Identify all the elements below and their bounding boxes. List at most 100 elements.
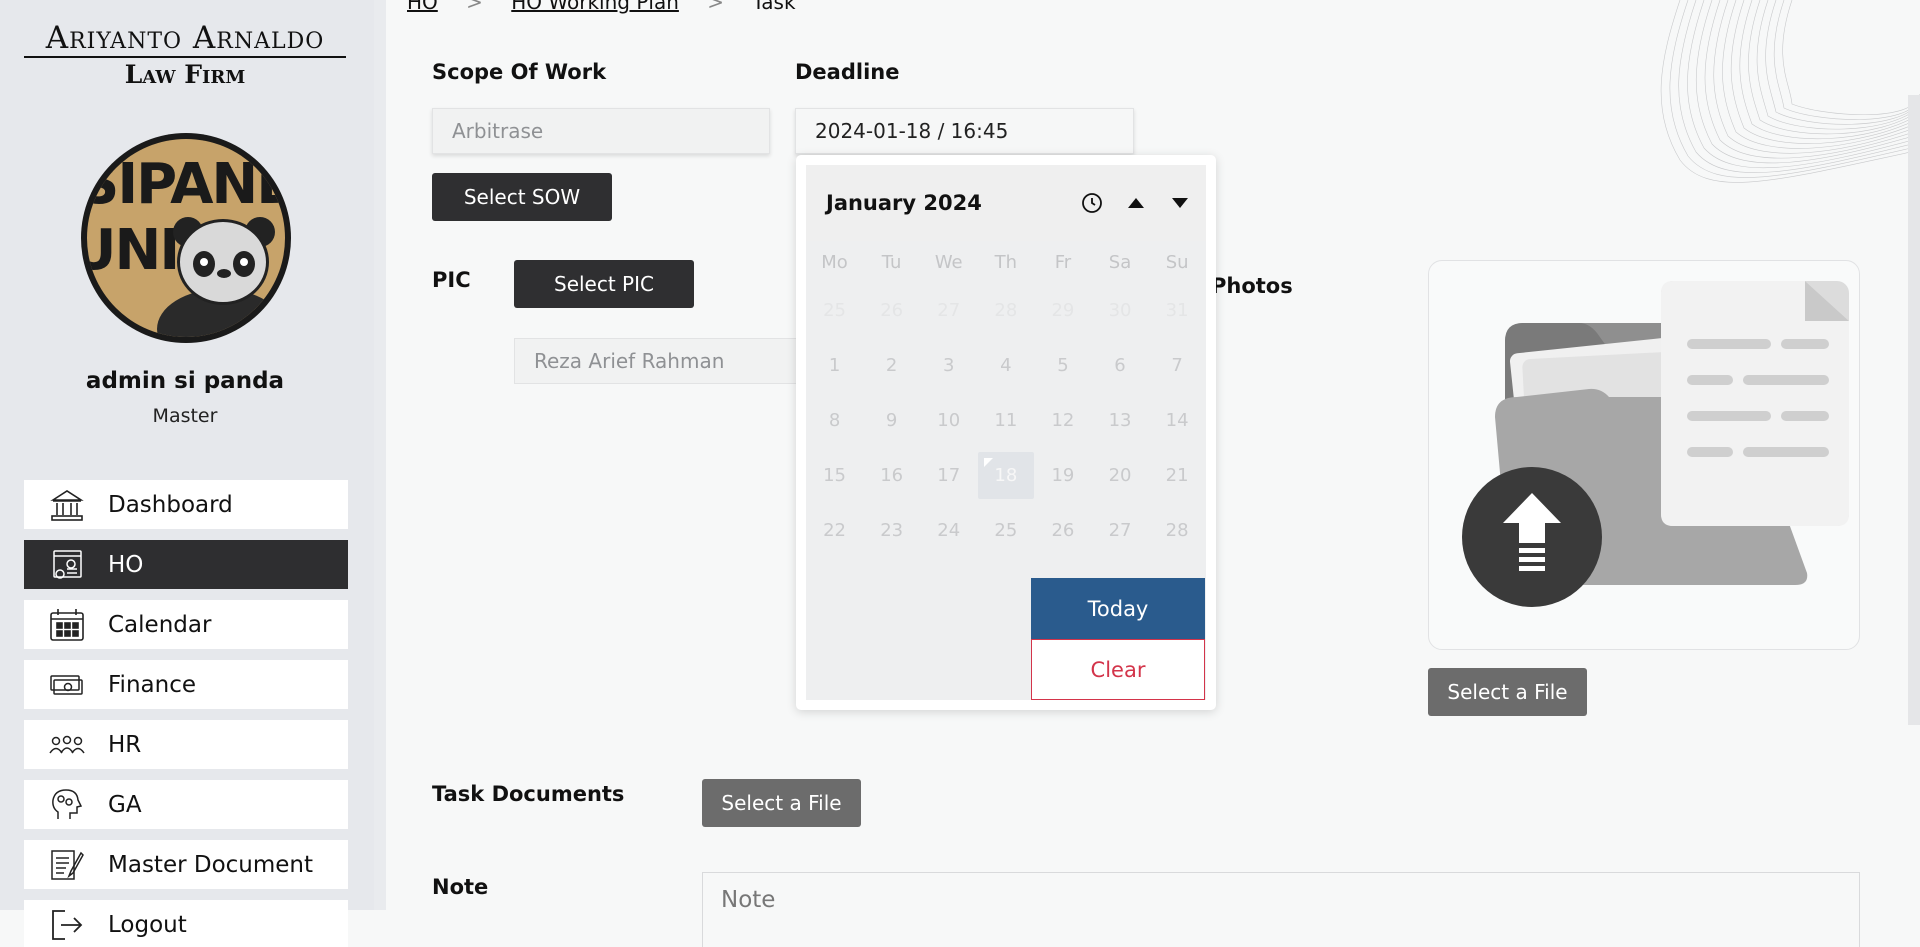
day-cell[interactable]: 10 bbox=[920, 410, 977, 431]
select-pic-button[interactable]: Select PIC bbox=[514, 260, 694, 308]
day-cell[interactable]: 31 bbox=[1149, 300, 1206, 321]
day-cell[interactable]: 15 bbox=[806, 465, 863, 486]
day-cell[interactable]: 9 bbox=[863, 410, 920, 431]
sidebar-item-hr[interactable]: HR bbox=[24, 720, 348, 769]
sidebar-nav: Dashboard HO Calendar Finance HR GA Mast… bbox=[24, 480, 348, 947]
weekday: Fr bbox=[1054, 251, 1072, 273]
day-cell[interactable]: 13 bbox=[1091, 410, 1148, 431]
money-icon bbox=[46, 667, 88, 703]
day-cell[interactable]: 23 bbox=[863, 520, 920, 541]
day-cell[interactable]: 6 bbox=[1091, 355, 1148, 376]
day-cell[interactable]: 26 bbox=[863, 300, 920, 321]
user-name: admin si panda bbox=[85, 368, 285, 394]
sidebar-item-label: Dashboard bbox=[108, 491, 233, 518]
sidebar-item-calendar[interactable]: Calendar bbox=[24, 600, 348, 649]
selected-day-cell[interactable]: 18 bbox=[977, 452, 1034, 499]
day-cell[interactable]: 4 bbox=[977, 355, 1034, 376]
sidebar-item-label: Logout bbox=[108, 911, 187, 938]
day-cell[interactable]: 21 bbox=[1149, 465, 1206, 486]
week-row: 8 9 10 11 12 13 14 bbox=[806, 393, 1206, 448]
day-cell[interactable]: 2 bbox=[863, 355, 920, 376]
photo-upload-area[interactable] bbox=[1428, 260, 1860, 650]
day-cell[interactable]: 14 bbox=[1149, 410, 1206, 431]
logo-line-2: Law Firm bbox=[124, 60, 246, 89]
clear-button[interactable]: Clear bbox=[1031, 639, 1205, 700]
weekday: Tu bbox=[881, 251, 902, 273]
calendar-grid: Mo Tu We Th Fr Sa Su 25 26 27 28 29 30 3… bbox=[806, 241, 1206, 541]
day-cell[interactable]: 12 bbox=[1034, 410, 1091, 431]
weekday: Su bbox=[1165, 251, 1189, 273]
deadline-input[interactable]: 2024-01-18 / 16:45 bbox=[795, 108, 1134, 154]
day-cell[interactable]: 20 bbox=[1091, 465, 1148, 486]
day-cell[interactable]: 17 bbox=[920, 465, 977, 486]
breadcrumb-working-plan[interactable]: HO Working Plan bbox=[511, 0, 679, 14]
breadcrumb: HO > HO Working Plan > Task bbox=[407, 0, 818, 14]
sidebar-item-ho[interactable]: HO bbox=[24, 540, 348, 589]
select-sow-button[interactable]: Select SOW bbox=[432, 173, 612, 221]
day-cell[interactable]: 29 bbox=[1034, 300, 1091, 321]
logout-icon bbox=[46, 907, 88, 943]
sidebar-item-label: Calendar bbox=[108, 611, 212, 638]
day-cell[interactable]: 25 bbox=[806, 300, 863, 321]
note-label: Note bbox=[432, 875, 489, 899]
day-cell[interactable]: 25 bbox=[977, 520, 1034, 541]
day-cell[interactable]: 19 bbox=[1034, 465, 1091, 486]
day-cell[interactable]: 28 bbox=[977, 300, 1034, 321]
panda-head bbox=[177, 219, 269, 305]
avatar-text-1: SIPANDA bbox=[87, 152, 285, 217]
select-photo-file-button[interactable]: Select a File bbox=[1428, 668, 1587, 716]
day-cell[interactable]: 28 bbox=[1149, 520, 1206, 541]
scrollbar[interactable] bbox=[1908, 95, 1920, 725]
day-cell[interactable]: 24 bbox=[920, 520, 977, 541]
breadcrumb-separator: > bbox=[707, 0, 725, 14]
photos-label: Photos bbox=[1211, 274, 1293, 298]
week-row: 22 23 24 25 26 27 28 bbox=[806, 503, 1206, 558]
weekday: Sa bbox=[1108, 251, 1132, 273]
day-cell[interactable]: 27 bbox=[920, 300, 977, 321]
previous-month-icon[interactable] bbox=[1114, 183, 1158, 223]
weekday: Mo bbox=[821, 251, 848, 273]
day-cell[interactable]: 16 bbox=[863, 465, 920, 486]
week-row: 25 26 27 28 29 30 31 bbox=[806, 283, 1206, 338]
pic-field: Reza Arief Rahman bbox=[514, 338, 814, 384]
day-cell[interactable]: 26 bbox=[1034, 520, 1091, 541]
panda-nose bbox=[217, 269, 231, 278]
sidebar-item-logout[interactable]: Logout bbox=[24, 900, 348, 947]
document-edit-icon bbox=[46, 847, 88, 883]
decorative-waves bbox=[1660, 0, 1920, 183]
day-cell[interactable]: 8 bbox=[806, 410, 863, 431]
scope-of-work-label: Scope Of Work bbox=[432, 60, 607, 84]
day-cell[interactable]: 5 bbox=[1034, 355, 1091, 376]
weekday: We bbox=[934, 251, 963, 273]
sidebar-item-ga[interactable]: GA bbox=[24, 780, 348, 829]
panda-eye-right bbox=[233, 251, 255, 277]
day-cell[interactable]: 1 bbox=[806, 355, 863, 376]
logo-line-1: Ariyanto Arnaldo bbox=[24, 20, 346, 58]
sidebar-item-finance[interactable]: Finance bbox=[24, 660, 348, 709]
week-row: 15 16 17 18 19 20 21 bbox=[806, 448, 1206, 503]
sidebar-item-label: Master Document bbox=[108, 851, 314, 878]
sidebar-item-dashboard[interactable]: Dashboard bbox=[24, 480, 348, 529]
scope-of-work-field: Arbitrase bbox=[432, 108, 770, 154]
note-textarea[interactable]: Note bbox=[702, 872, 1860, 947]
day-cell[interactable]: 11 bbox=[977, 410, 1034, 431]
day-cell[interactable]: 27 bbox=[1091, 520, 1148, 541]
day-cell[interactable]: 22 bbox=[806, 520, 863, 541]
day-cell[interactable]: 7 bbox=[1149, 355, 1206, 376]
today-button[interactable]: Today bbox=[1031, 578, 1205, 639]
breadcrumb-separator: > bbox=[466, 0, 483, 14]
people-icon bbox=[46, 727, 88, 763]
sidebar-item-label: HO bbox=[108, 551, 144, 578]
weekday-row: Mo Tu We Th Fr Sa Su bbox=[806, 241, 1206, 283]
date-picker-footer bbox=[806, 578, 1031, 700]
next-month-icon[interactable] bbox=[1158, 183, 1202, 223]
sidebar-edge bbox=[374, 0, 386, 910]
day-cell[interactable]: 3 bbox=[920, 355, 977, 376]
clock-icon[interactable] bbox=[1070, 183, 1114, 223]
day-cell[interactable]: 30 bbox=[1091, 300, 1148, 321]
breadcrumb-ho[interactable]: HO bbox=[407, 0, 438, 14]
date-picker-header: January 2024 bbox=[806, 165, 1206, 241]
month-title[interactable]: January 2024 bbox=[826, 191, 1070, 215]
select-document-file-button[interactable]: Select a File bbox=[702, 779, 861, 827]
sidebar-item-master-document[interactable]: Master Document bbox=[24, 840, 348, 889]
